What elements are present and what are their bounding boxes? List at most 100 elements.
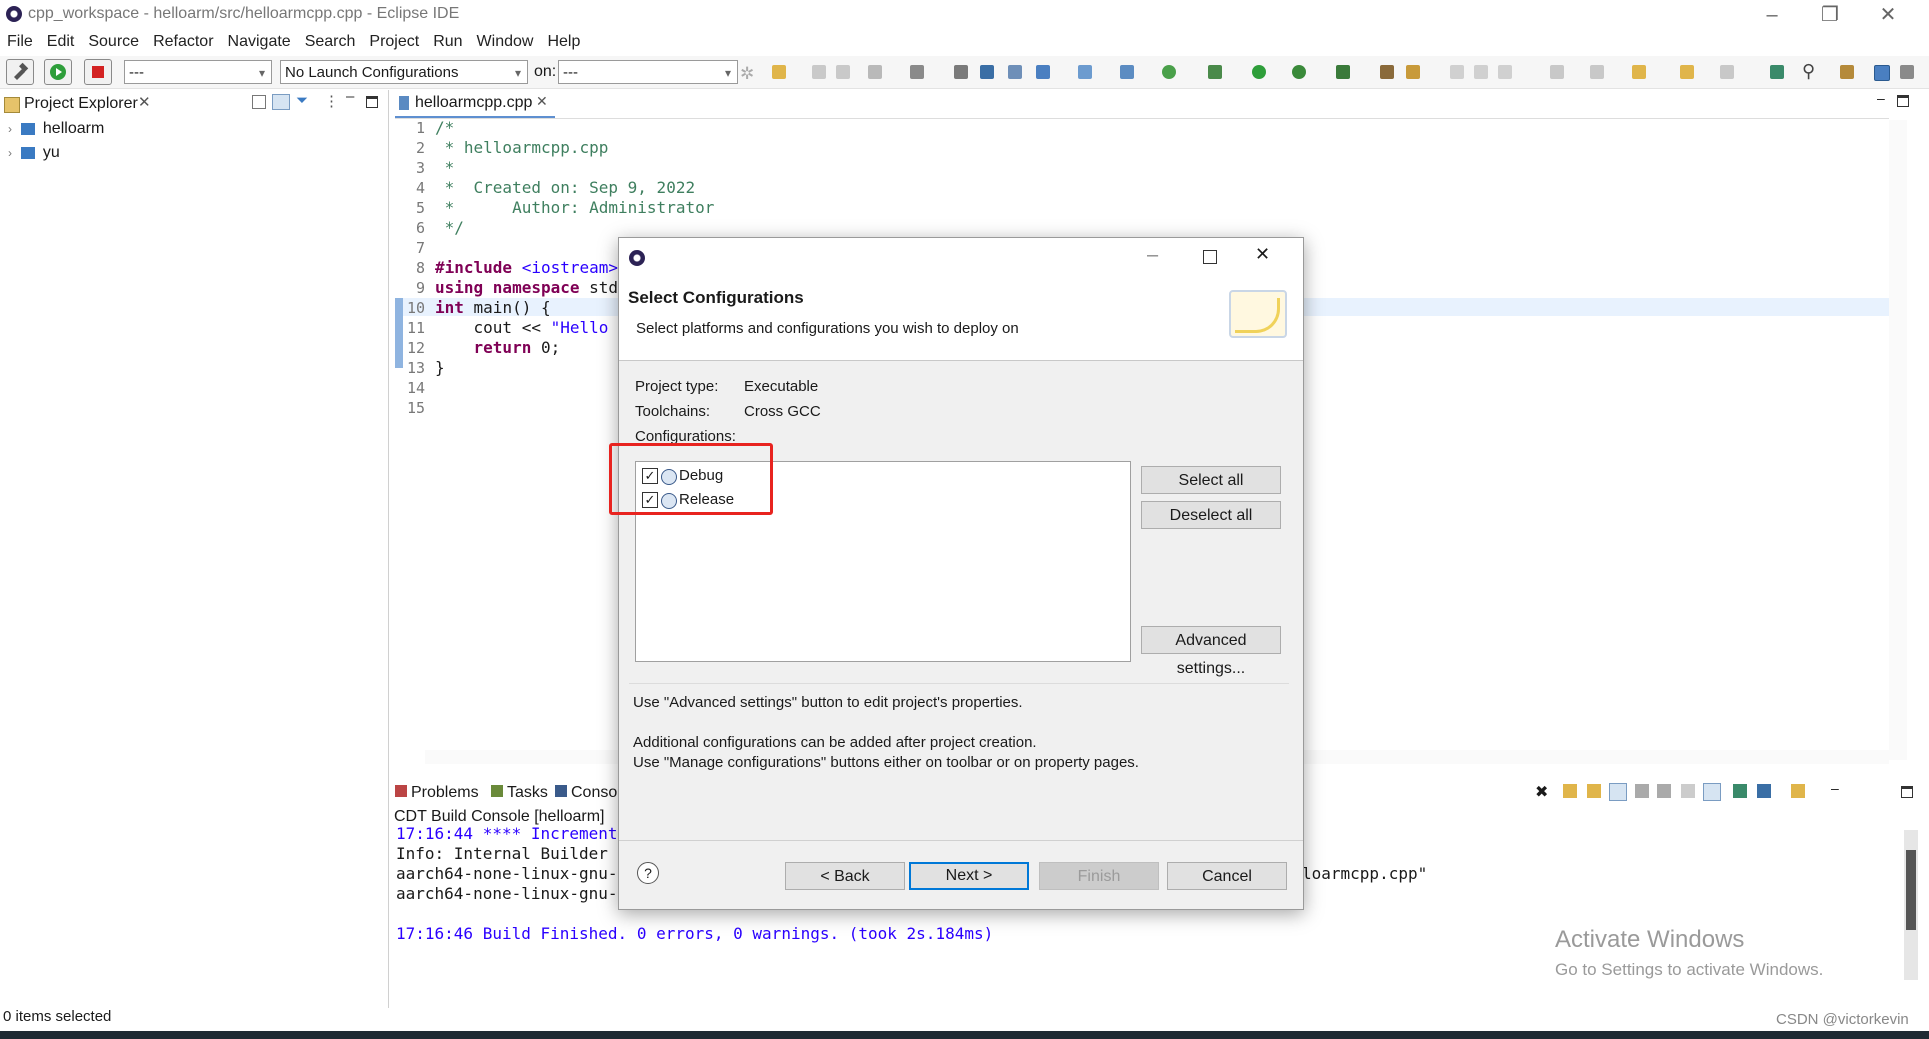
debug-icon[interactable] [1208,65,1222,79]
scroll-lock-icon[interactable] [1563,784,1577,798]
maximize-view-icon[interactable] [1897,95,1909,107]
next-annotation-icon[interactable] [1550,65,1564,79]
save-all-icon[interactable] [836,65,850,79]
editor-tab[interactable]: helloarmcpp.cpp ✕ [395,90,555,118]
project-explorer-tab[interactable]: Project Explorer [24,95,138,113]
deselect-all-button[interactable]: Deselect all [1141,501,1281,529]
code-line[interactable]: /* [435,118,454,137]
menu-run[interactable]: Run [426,30,469,54]
tree-item-helloarm[interactable]: › helloarm [8,120,104,138]
back-arrow-icon[interactable] [1680,65,1694,79]
display-console-icon[interactable] [1757,784,1771,798]
close-icon[interactable]: ✕ [1255,244,1270,265]
toggle-block-icon[interactable] [1474,65,1488,79]
open-type-icon[interactable] [1380,65,1394,79]
filter-icon[interactable]: ⏷ [296,92,308,109]
open-console-icon[interactable] [1791,784,1805,798]
code-line[interactable]: * helloarmcpp.cpp [435,138,609,157]
new-source-icon[interactable] [1120,65,1134,79]
maximize-view-icon[interactable] [1901,786,1913,798]
terminal-icon[interactable] [980,65,994,79]
code-line[interactable]: * Author: Administrator [435,198,715,217]
restore-icon[interactable]: ❐ [1807,2,1853,28]
settings-icon[interactable] [868,65,882,79]
code-line[interactable]: * [435,158,455,177]
menu-search[interactable]: Search [298,30,363,54]
tab-tasks[interactable]: Tasks [491,784,548,802]
tab-problems[interactable]: Problems [395,784,479,802]
menu-source[interactable]: Source [81,30,146,54]
debug-perspective-icon[interactable] [1900,65,1914,79]
search-icon[interactable]: ⚲ [1802,61,1815,82]
tree-item-yu[interactable]: › yu [8,144,60,162]
pin-editor-icon[interactable] [1770,65,1784,79]
cancel-button[interactable]: Cancel [1167,862,1287,890]
word-wrap-icon[interactable] [1609,783,1627,801]
previous-annotation-icon[interactable] [1590,65,1604,79]
minimize-view-icon[interactable]: ‒ [1831,780,1839,796]
pin-icon[interactable] [1733,784,1747,798]
copy-icon[interactable] [1635,784,1649,798]
build-icon[interactable] [910,65,924,79]
coverage-icon[interactable] [1292,65,1306,79]
open-perspective-icon[interactable] [1840,65,1854,79]
open-element-icon[interactable] [1406,65,1420,79]
maximize-icon[interactable] [1203,250,1217,264]
code-line[interactable]: * Created on: Sep 9, 2022 [435,178,695,197]
launch-stop-button[interactable] [84,59,112,85]
select-all-button[interactable]: Select all [1141,466,1281,494]
last-edit-icon[interactable] [1632,65,1646,79]
link-editor-icon[interactable] [272,94,290,110]
view-menu-icon[interactable]: ⋮ [324,92,339,110]
toggle-whitespace-icon[interactable] [1498,65,1512,79]
clear-console-icon[interactable]: ✖ [1535,782,1548,802]
close-icon[interactable]: ✕ [536,93,548,110]
paste-icon[interactable] [1657,784,1671,798]
maximize-view-icon[interactable] [366,96,378,108]
collapse-all-icon[interactable] [252,95,266,109]
launch-mode-combo[interactable]: --- ▾ [124,60,272,84]
run-icon[interactable] [1252,65,1266,79]
code-line[interactable]: int main() { [435,298,551,317]
cpp-perspective-icon[interactable] [1874,65,1890,81]
console-vertical-scrollbar[interactable] [1904,830,1918,980]
gear-icon[interactable]: ✲ [740,64,754,84]
minimize-icon[interactable]: – [1749,2,1795,28]
new-cpp-project-icon[interactable] [1036,65,1050,79]
minimize-view-icon[interactable]: ‒ [346,88,354,105]
menu-window[interactable]: Window [470,30,541,54]
minimize-view-icon[interactable]: ‒ [1877,90,1885,106]
close-icon[interactable]: ✕ [1865,2,1911,28]
help-icon[interactable]: ? [637,862,659,884]
code-line[interactable]: cout << "Hello G [435,318,628,337]
advanced-settings-button[interactable]: Advanced settings... [1141,626,1281,677]
build-hammer-button[interactable] [6,59,34,85]
scrollbar-thumb[interactable] [1906,850,1916,930]
code-line[interactable]: #include <iostream> [435,258,618,277]
editor-vertical-scrollbar[interactable] [1889,120,1907,760]
menu-help[interactable]: Help [540,30,587,54]
toggle-mark-icon[interactable] [1450,65,1464,79]
new-folder-icon[interactable] [1078,65,1092,79]
code-line[interactable]: } [435,358,445,377]
code-line[interactable]: using namespace std; [435,278,628,297]
properties-icon[interactable] [1681,784,1695,798]
new-wizard-icon[interactable] [772,65,786,79]
save-icon[interactable] [812,65,826,79]
menu-project[interactable]: Project [362,30,426,54]
tab-console[interactable]: Consol [555,784,621,802]
menu-file[interactable]: File [0,30,40,54]
next-button[interactable]: Next > [909,862,1029,890]
menu-refactor[interactable]: Refactor [146,30,220,54]
code-line[interactable]: return 0; [435,338,561,357]
launch-target-combo[interactable]: --- ▾ [558,60,738,84]
pin-console-icon[interactable] [1587,784,1601,798]
back-button[interactable]: < Back [785,862,905,890]
close-icon[interactable]: ✕ [138,93,151,111]
menu-edit[interactable]: Edit [40,30,82,54]
launch-run-button[interactable] [44,59,72,85]
search-files-icon[interactable] [1008,65,1022,79]
code-line[interactable]: */ [435,218,464,237]
build-all-icon[interactable] [954,65,968,79]
show-console-icon[interactable] [1703,783,1721,801]
